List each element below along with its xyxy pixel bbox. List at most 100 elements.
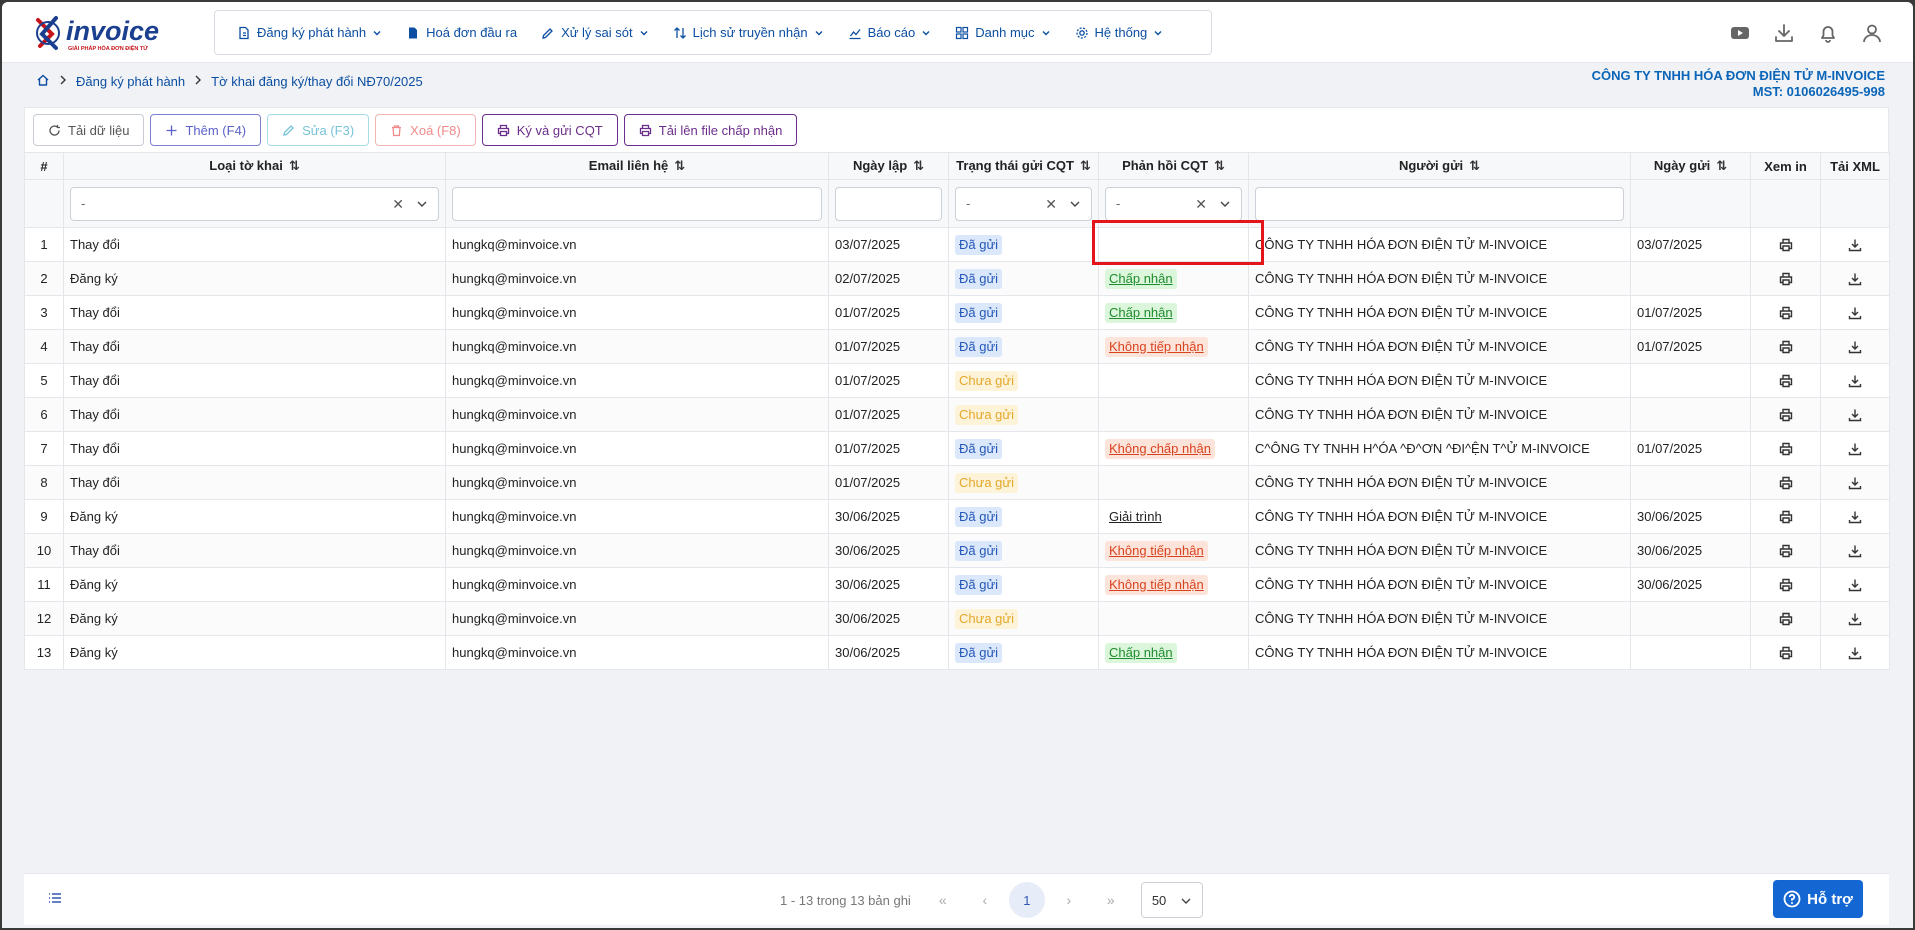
- table-row[interactable]: 1 Thay đổi hungkq@minvoice.vn 03/07/2025 Đã …: [24, 227, 1890, 262]
- download-xml-button[interactable]: [1820, 465, 1890, 500]
- email-filter-input[interactable]: [452, 186, 822, 221]
- view-print-button[interactable]: [1750, 533, 1821, 568]
- cell-sender: CÔNG TY TNHH HÓA ĐƠN ĐIỆN TỬ M-INVOICE: [1248, 397, 1631, 432]
- prev-page-button[interactable]: ‹: [967, 882, 1003, 918]
- view-print-button[interactable]: [1750, 601, 1821, 636]
- view-print-button[interactable]: [1750, 295, 1821, 330]
- cell-response: Chấp nhận: [1098, 295, 1249, 330]
- response-link[interactable]: Không tiếp nhận: [1105, 574, 1208, 595]
- edit-icon: [542, 27, 553, 39]
- table-row[interactable]: 11 Đăng ký hungkq@minvoice.vn 30/06/2025 Đã …: [24, 567, 1890, 602]
- nav-item-5[interactable]: Danh mục: [943, 11, 1062, 54]
- edit-button[interactable]: Sửa (F3): [267, 114, 370, 146]
- type-filter-select[interactable]: - ✕: [70, 186, 439, 221]
- response-link[interactable]: Chấp nhận: [1105, 642, 1177, 663]
- support-button[interactable]: Hỗ trợ: [1773, 880, 1863, 918]
- table-row[interactable]: 6 Thay đổi hungkq@minvoice.vn 01/07/2025 Chư…: [24, 397, 1890, 432]
- col-date[interactable]: Ngày lập ⇅: [828, 152, 949, 180]
- download-xml-button[interactable]: [1820, 295, 1890, 330]
- current-page-button[interactable]: 1: [1008, 882, 1045, 918]
- table-row[interactable]: 4 Thay đổi hungkq@minvoice.vn 01/07/2025 Đã …: [24, 329, 1890, 364]
- download-xml-button[interactable]: [1820, 635, 1890, 670]
- col-email[interactable]: Email liên hệ ⇅: [445, 152, 829, 180]
- col-sender[interactable]: Người gửi ⇅: [1248, 152, 1631, 180]
- download-xml-button[interactable]: [1820, 431, 1890, 466]
- view-print-button[interactable]: [1750, 499, 1821, 534]
- status-filter-select[interactable]: - ✕: [955, 186, 1092, 221]
- last-page-button[interactable]: »: [1093, 882, 1129, 918]
- upload-accept-file-button[interactable]: Tải lên file chấp nhận: [623, 114, 798, 146]
- col-response[interactable]: Phản hồi CQT ⇅: [1098, 152, 1249, 180]
- date-filter-input[interactable]: [835, 186, 942, 221]
- download-xml-button[interactable]: [1820, 533, 1890, 568]
- sign-send-button[interactable]: Ký và gửi CQT: [481, 114, 618, 146]
- cell-email: hungkq@minvoice.vn: [445, 499, 829, 534]
- youtube-icon[interactable]: [1729, 22, 1751, 44]
- response-link[interactable]: Không tiếp nhận: [1105, 336, 1208, 357]
- reload-button[interactable]: Tải dữ liệu: [33, 114, 145, 146]
- list-icon[interactable]: [48, 892, 62, 907]
- table-row[interactable]: 3 Thay đổi hungkq@minvoice.vn 01/07/2025 Đã …: [24, 295, 1890, 330]
- col-send-date[interactable]: Ngày gửi ⇅: [1630, 152, 1751, 180]
- view-print-button[interactable]: [1750, 397, 1821, 432]
- home-icon[interactable]: [36, 73, 50, 90]
- col-type[interactable]: Loại tờ khai ⇅: [63, 152, 446, 180]
- user-icon[interactable]: [1861, 22, 1883, 44]
- download-xml-button[interactable]: [1820, 601, 1890, 636]
- cell-send-date: [1630, 465, 1751, 500]
- table-row[interactable]: 13 Đăng ký hungkq@minvoice.vn 30/06/2025 Đã …: [24, 635, 1890, 670]
- view-print-button[interactable]: [1750, 227, 1821, 262]
- table-row[interactable]: 5 Thay đổi hungkq@minvoice.vn 01/07/2025 Chư…: [24, 363, 1890, 398]
- table-row[interactable]: 12 Đăng ký hungkq@minvoice.vn 30/06/2025 Chư…: [24, 601, 1890, 636]
- breadcrumb-item-current[interactable]: Tờ khai đăng ký/thay đổi NĐ70/2025: [211, 74, 423, 89]
- response-link[interactable]: Chấp nhận: [1105, 302, 1177, 323]
- download-xml-button[interactable]: [1820, 567, 1890, 602]
- download-xml-button[interactable]: [1820, 363, 1890, 398]
- view-print-button[interactable]: [1750, 567, 1821, 602]
- view-print-button[interactable]: [1750, 261, 1821, 296]
- table-row[interactable]: 8 Thay đổi hungkq@minvoice.vn 01/07/2025 Chư…: [24, 465, 1890, 500]
- first-page-button[interactable]: «: [925, 882, 961, 918]
- response-link[interactable]: Không tiếp nhận: [1105, 540, 1208, 561]
- nav-item-3[interactable]: Lịch sử truyền nhận: [661, 11, 836, 54]
- page-size-select[interactable]: 50: [1140, 882, 1203, 918]
- nav-item-4[interactable]: Báo cáo: [836, 11, 944, 54]
- nav-item-2[interactable]: Xử lý sai sót: [529, 11, 661, 54]
- add-button[interactable]: Thêm (F4): [150, 114, 262, 146]
- nav-item-6[interactable]: Hệ thống: [1063, 11, 1176, 54]
- delete-button[interactable]: Xoá (F8): [375, 114, 476, 146]
- nav-item-1[interactable]: Hoá đơn đầu ra: [394, 11, 529, 54]
- table-row[interactable]: 10 Thay đổi hungkq@minvoice.vn 30/06/2025 Đã…: [24, 533, 1890, 568]
- table-row[interactable]: 2 Đăng ký hungkq@minvoice.vn 02/07/2025 Đã g…: [24, 261, 1890, 296]
- table-row[interactable]: 7 Thay đổi hungkq@minvoice.vn 01/07/2025 Đã …: [24, 431, 1890, 466]
- view-print-button[interactable]: [1750, 635, 1821, 670]
- download-xml-button[interactable]: [1820, 227, 1890, 262]
- response-link[interactable]: Chấp nhận: [1105, 268, 1177, 289]
- cell-date: 30/06/2025: [828, 499, 949, 534]
- download-xml-button[interactable]: [1820, 329, 1890, 364]
- view-print-button[interactable]: [1750, 329, 1821, 364]
- response-link[interactable]: Không chấp nhận: [1105, 438, 1215, 459]
- next-page-button[interactable]: ›: [1051, 882, 1087, 918]
- view-print-button[interactable]: [1750, 431, 1821, 466]
- brand-logo[interactable]: invoice GIẢI PHÁP HÓA ĐƠN ĐIỆN TỬ: [34, 12, 174, 54]
- nav-item-label: Hệ thống: [1094, 25, 1148, 40]
- col-status[interactable]: Trạng thái gửi CQT ⇅: [948, 152, 1099, 180]
- table-row[interactable]: 9 Đăng ký hungkq@minvoice.vn 30/06/2025 Đã g…: [24, 499, 1890, 534]
- download-icon[interactable]: [1773, 22, 1795, 44]
- nav-item-0[interactable]: Đăng ký phát hành: [225, 11, 394, 54]
- breadcrumb-item-register[interactable]: Đăng ký phát hành: [76, 74, 185, 89]
- response-filter-select[interactable]: - ✕: [1105, 186, 1242, 221]
- response-link[interactable]: Giải trình: [1105, 507, 1166, 527]
- view-print-button[interactable]: [1750, 465, 1821, 500]
- cell-email: hungkq@minvoice.vn: [445, 431, 829, 466]
- app-window: invoice GIẢI PHÁP HÓA ĐƠN ĐIỆN TỬ Đăng k…: [2, 2, 1913, 928]
- cell-response: [1098, 465, 1249, 500]
- cell-type: Đăng ký: [63, 601, 446, 636]
- view-print-button[interactable]: [1750, 363, 1821, 398]
- bell-icon[interactable]: [1817, 22, 1839, 44]
- sender-filter-input[interactable]: [1255, 186, 1624, 221]
- download-xml-button[interactable]: [1820, 499, 1890, 534]
- download-xml-button[interactable]: [1820, 397, 1890, 432]
- download-xml-button[interactable]: [1820, 261, 1890, 296]
